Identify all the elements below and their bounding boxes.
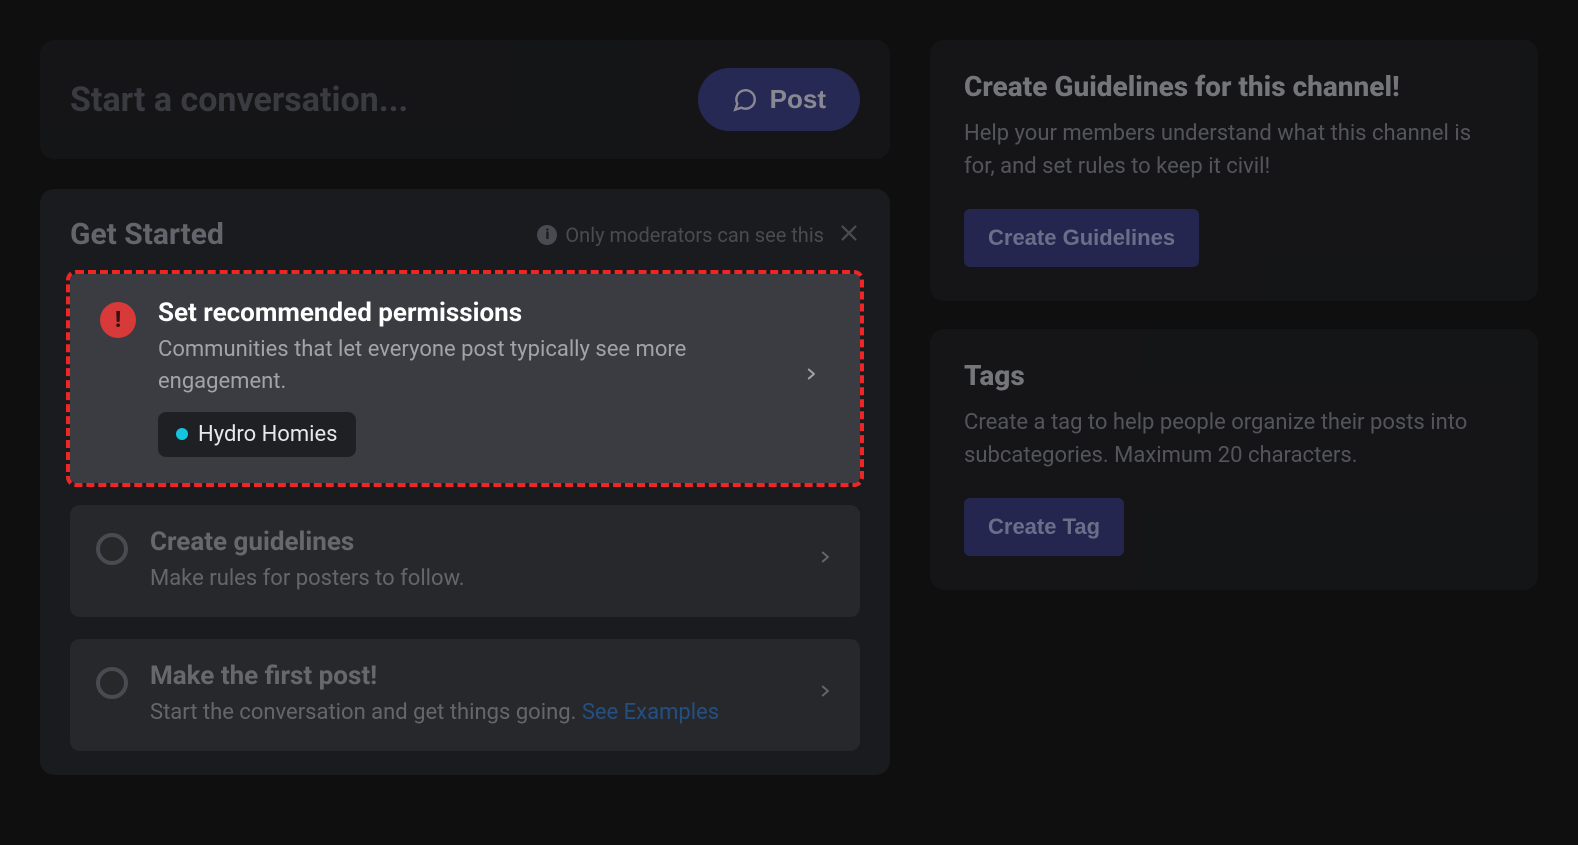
task-desc: Start the conversation and get things go… (150, 697, 794, 729)
moderator-only-note: i Only moderators can see this (537, 223, 824, 247)
task-desc: Make rules for posters to follow. (150, 563, 794, 595)
info-icon: i (537, 225, 557, 245)
post-button[interactable]: Post (698, 68, 860, 131)
create-guidelines-button[interactable]: Create Guidelines (964, 209, 1199, 267)
unchecked-circle-icon (96, 533, 128, 565)
panel-title: Tags (964, 359, 1504, 392)
chevron-right-icon (802, 360, 820, 395)
chevron-right-icon (816, 543, 834, 578)
guidelines-panel: Create Guidelines for this channel! Help… (930, 40, 1538, 301)
create-tag-button[interactable]: Create Tag (964, 498, 1124, 556)
role-chip-label: Hydro Homies (198, 422, 338, 447)
chevron-right-icon (816, 677, 834, 712)
get-started-title: Get Started (70, 217, 224, 252)
task-desc: Communities that let everyone post typic… (158, 334, 780, 398)
task-title: Create guidelines (150, 527, 794, 557)
role-chip[interactable]: Hydro Homies (158, 412, 356, 457)
unchecked-circle-icon (96, 667, 128, 699)
compose-bar[interactable]: Start a conversation... Post (40, 40, 890, 159)
get-started-card: Get Started i Only moderators can see th… (40, 189, 890, 775)
task-title: Make the first post! (150, 661, 794, 691)
post-button-label: Post (770, 84, 826, 115)
task-create-guidelines[interactable]: Create guidelines Make rules for posters… (70, 505, 860, 617)
panel-desc: Create a tag to help people organize the… (964, 406, 1504, 472)
panel-desc: Help your members understand what this c… (964, 117, 1504, 183)
panel-title: Create Guidelines for this channel! (964, 70, 1504, 103)
alert-icon: ! (100, 302, 136, 338)
task-set-permissions[interactable]: ! Set recommended permissions Communitie… (70, 274, 860, 483)
task-title: Set recommended permissions (158, 298, 780, 328)
chat-bubble-icon (732, 87, 758, 113)
task-first-post[interactable]: Make the first post! Start the conversat… (70, 639, 860, 751)
role-color-dot (176, 428, 188, 440)
see-examples-link[interactable]: See Examples (582, 700, 719, 725)
close-icon[interactable] (838, 222, 860, 248)
compose-placeholder: Start a conversation... (70, 80, 408, 120)
tags-panel: Tags Create a tag to help people organiz… (930, 329, 1538, 590)
